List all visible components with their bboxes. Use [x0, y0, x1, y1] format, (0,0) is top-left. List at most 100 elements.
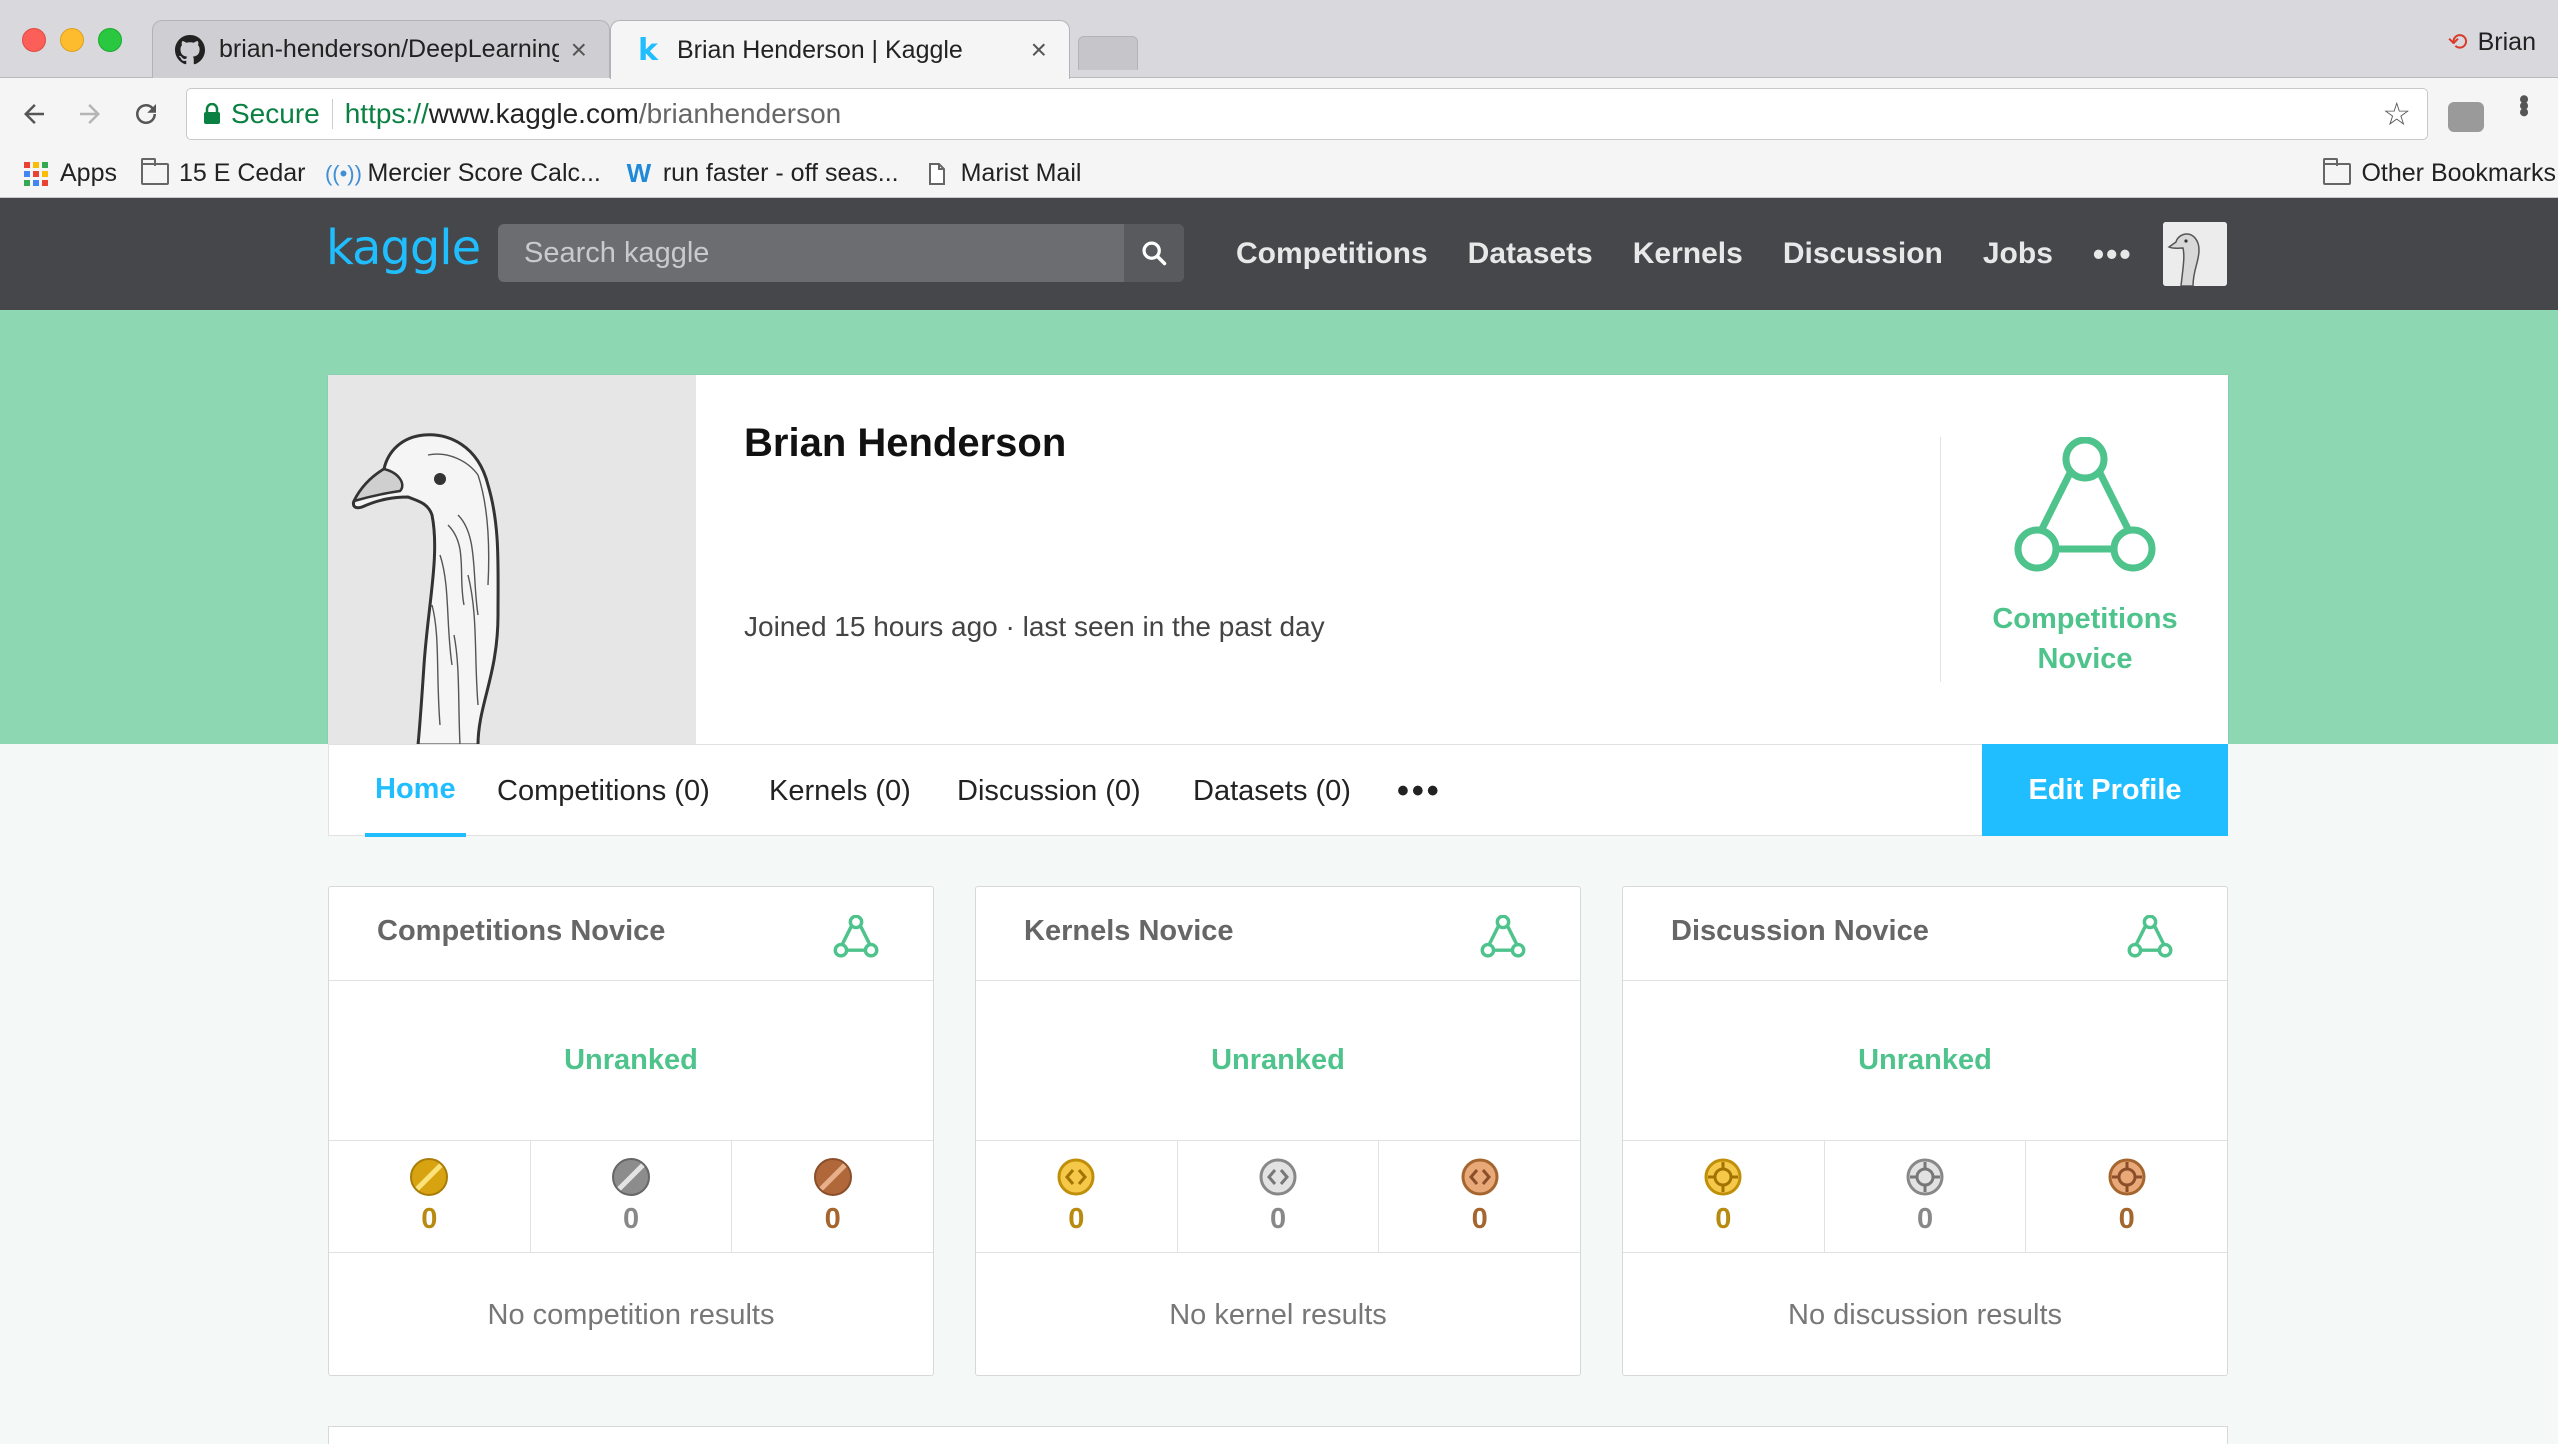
competition-gold-medal-icon [410, 1158, 449, 1196]
medal-counts: 0 0 0 [329, 1141, 933, 1253]
browser-tab-github[interactable]: brian-henderson/DeepLearning × [152, 20, 610, 78]
rank-status: Unranked [329, 981, 933, 1141]
browser-tab-bar: brian-henderson/DeepLearning × k Brian H… [0, 0, 2558, 79]
nav-discussion[interactable]: Discussion [1783, 237, 1943, 271]
maximize-window-button[interactable] [98, 28, 122, 52]
extension-icon[interactable] [2448, 102, 2484, 132]
minimize-window-button[interactable] [60, 28, 84, 52]
address-bar[interactable]: Secure https:// www.kaggle.com /brianhen… [186, 88, 2428, 140]
empty-results: No kernel results [1169, 1298, 1387, 1331]
tier-card-discussion: Discussion Novice Unranked 0 0 0 No disc… [1622, 886, 2228, 1376]
tab-competitions[interactable]: Competitions (0) [497, 745, 710, 837]
nav-competitions[interactable]: Competitions [1236, 237, 1428, 271]
reload-icon[interactable] [126, 94, 166, 134]
wordpress-w-icon: W [626, 158, 652, 188]
browser-menu-icon[interactable]: ••• [2507, 94, 2540, 114]
silver-count: 0 [1916, 1203, 1934, 1235]
url-scheme: https:// [344, 98, 429, 129]
close-tab-icon[interactable]: × [571, 34, 587, 66]
gold-count: 0 [1068, 1203, 1085, 1235]
folder-icon [2323, 157, 2352, 185]
tab-title: Brian Henderson | Kaggle [677, 35, 963, 64]
browser-profile-button[interactable]: ⟲ Brian [2448, 28, 2536, 57]
tier-label: Competitions Novice [1992, 603, 2178, 675]
bronze-medal: 0 [1379, 1141, 1580, 1252]
tab-kernels[interactable]: Kernels (0) [769, 745, 911, 837]
back-arrow-icon[interactable] [14, 94, 54, 134]
medal-counts: 0 0 0 [1623, 1141, 2227, 1253]
tab-discussion[interactable]: Discussion (0) [957, 745, 1141, 837]
bookmark-star-icon[interactable]: ☆ [2382, 95, 2411, 133]
bronze-count: 0 [1471, 1203, 1488, 1235]
card-title: Kernels Novice [1024, 915, 1234, 947]
tier-badge: Competitions Novice [1940, 436, 2228, 682]
search-button[interactable] [1124, 224, 1184, 282]
bronze-medal: 0 [732, 1141, 933, 1252]
nav-kernels[interactable]: Kernels [1633, 237, 1743, 271]
gold-count: 0 [1715, 1203, 1732, 1235]
url-host: www.kaggle.com [428, 98, 639, 129]
next-section-card [328, 1426, 2228, 1444]
gold-count: 0 [421, 1203, 438, 1235]
folder-icon [140, 157, 169, 185]
card-header: Kernels Novice [976, 887, 1580, 981]
kaggle-logo[interactable]: kaggle [326, 220, 481, 276]
kernel-bronze-medal-icon [1461, 1158, 1499, 1196]
bookmark-mercier[interactable]: ((•)) Mercier Score Calc... [325, 159, 601, 188]
secure-label: Secure [231, 98, 320, 129]
novice-tier-icon [833, 914, 879, 964]
novice-tier-icon [2013, 436, 2157, 582]
profile-tabs: Home Competitions (0) Kernels (0) Discus… [328, 744, 2228, 837]
other-bookmarks[interactable]: Other Bookmarks [2323, 157, 2556, 188]
close-tab-icon[interactable]: × [1031, 34, 1047, 66]
forward-arrow-icon[interactable] [70, 94, 110, 134]
nav-jobs[interactable]: Jobs [1983, 237, 2053, 271]
browser-tab-kaggle[interactable]: k Brian Henderson | Kaggle × [610, 20, 1070, 79]
silver-count: 0 [622, 1203, 640, 1235]
edit-profile-button[interactable]: Edit Profile [1982, 744, 2228, 836]
main-nav: Competitions Datasets Kernels Discussion… [1236, 198, 2133, 310]
close-window-button[interactable] [22, 28, 46, 52]
new-tab-button[interactable] [1078, 36, 1138, 70]
nav-datasets[interactable]: Datasets [1468, 237, 1593, 271]
user-avatar[interactable] [2163, 222, 2227, 286]
bookmark-marist-mail[interactable]: Marist Mail [923, 159, 1082, 188]
url-path: /brianhenderson [638, 98, 842, 129]
kaggle-k-icon: k [638, 32, 658, 68]
other-bookmarks-label: Other Bookmarks [2361, 159, 2556, 187]
bronze-count: 0 [2118, 1203, 2135, 1235]
gold-medal: 0 [1623, 1141, 1825, 1252]
search-input[interactable] [498, 224, 1124, 282]
tab-datasets[interactable]: Datasets (0) [1193, 745, 1351, 837]
competition-silver-medal-icon [612, 1158, 650, 1196]
lock-icon [204, 103, 220, 124]
profile-name: Brian Henderson [744, 421, 1067, 465]
card-title: Discussion Novice [1671, 915, 1929, 947]
card-header: Competitions Novice [329, 887, 933, 981]
nav-more-icon[interactable]: ••• [2093, 236, 2133, 273]
goose-drawing [328, 375, 696, 745]
bookmark-apps[interactable]: Apps [22, 159, 117, 188]
tabs-more-icon[interactable]: ••• [1397, 745, 1442, 837]
apps-grid-icon [22, 161, 50, 186]
rank-status: Unranked [976, 981, 1580, 1141]
bookmark-label: Marist Mail [960, 159, 1082, 187]
discussion-gold-medal-icon [1704, 1158, 1742, 1196]
tab-home[interactable]: Home [365, 745, 466, 837]
browser-toolbar: Secure https:// www.kaggle.com /brianhen… [0, 78, 2558, 150]
search-box [498, 224, 1184, 282]
goose-avatar-icon [2163, 222, 2227, 286]
kernel-silver-medal-icon [1259, 1158, 1297, 1196]
gold-medal: 0 [329, 1141, 531, 1252]
bookmark-run-faster[interactable]: W run faster - off seas... [625, 158, 899, 188]
bookmark-label: Mercier Score Calc... [367, 159, 601, 187]
competition-bronze-medal-icon [813, 1158, 852, 1196]
secure-indicator[interactable]: Secure [203, 98, 320, 130]
bookmark-folder-15-e-cedar[interactable]: 15 E Cedar [140, 157, 305, 188]
github-icon [175, 34, 205, 65]
page-icon [923, 162, 951, 185]
discussion-bronze-medal-icon [2108, 1158, 2146, 1196]
bookmarks-bar: Apps 15 E Cedar ((•)) Mercier Score Calc… [0, 150, 2558, 198]
bookmark-label: run faster - off seas... [662, 159, 899, 187]
tier-card-kernels: Kernels Novice Unranked 0 0 0 No kernel … [975, 886, 1581, 1376]
